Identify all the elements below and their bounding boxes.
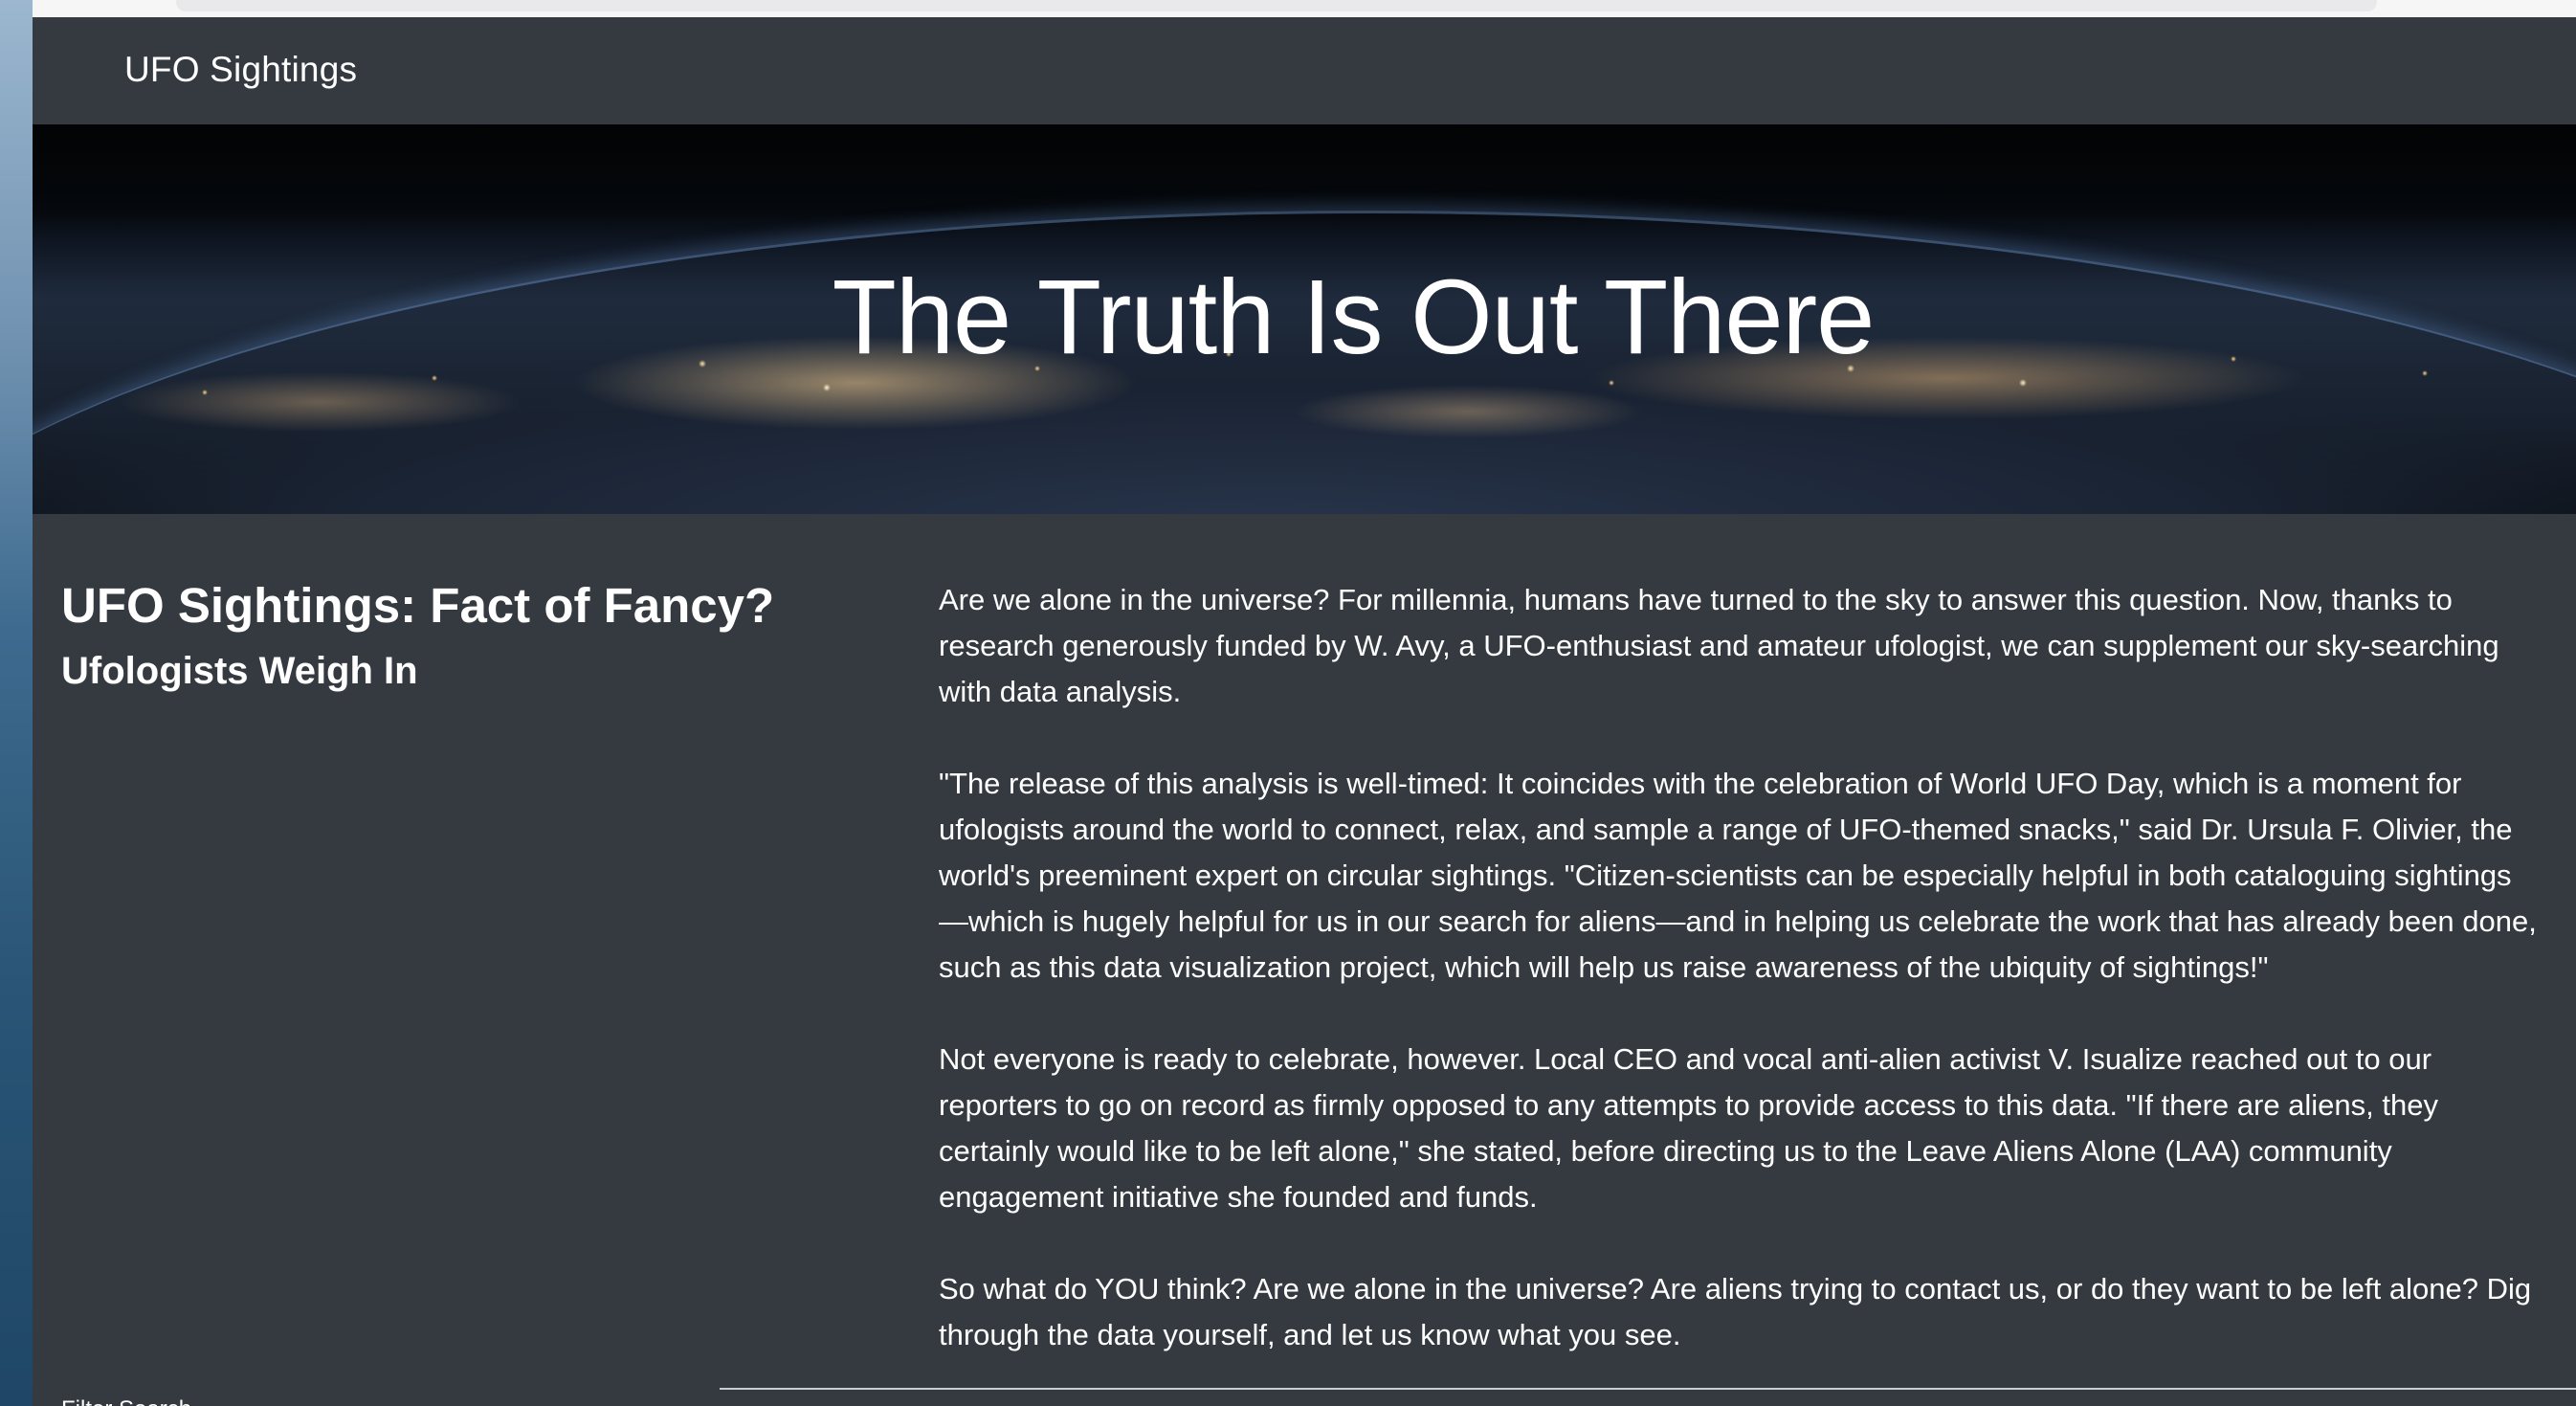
paragraph-line: through the data yourself, and let us kn… — [939, 1318, 1681, 1351]
article-paragraph-3: Not everyone is ready to celebrate, howe… — [939, 1037, 2576, 1220]
browser-toolbar — [33, 0, 2576, 18]
paragraph-line: "The release of this analysis is well-ti… — [939, 767, 2462, 800]
paragraph-line: engagement initiative she founded and fu… — [939, 1180, 1538, 1214]
section-heading: UFO Sightings: Fact of Fancy? — [61, 578, 775, 633]
navbar-brand-link[interactable]: UFO Sightings — [124, 50, 357, 90]
section-divider — [720, 1388, 2576, 1390]
paragraph-line: So what do YOU think? Are we alone in th… — [939, 1272, 2532, 1306]
address-bar[interactable] — [176, 0, 2377, 11]
article-paragraph-1: Are we alone in the universe? For millen… — [939, 577, 2576, 715]
browser-window: UFO Sightings The Truth Is Out There UFO… — [33, 0, 2576, 1406]
hero-banner: The Truth Is Out There — [33, 124, 2576, 514]
paragraph-line: with data analysis. — [939, 675, 1182, 708]
paragraph-line: world's preeminent expert on circular si… — [939, 859, 2512, 892]
paragraph-line: research generously funded by W. Avy, a … — [939, 629, 2499, 662]
article-body: Are we alone in the universe? For millen… — [939, 577, 2576, 1404]
section-subheading: Ufologists Weigh In — [61, 650, 418, 692]
paragraph-line: ufologists around the world to connect, … — [939, 813, 2513, 846]
article-paragraph-2: "The release of this analysis is well-ti… — [939, 761, 2576, 991]
article-paragraph-4: So what do YOU think? Are we alone in th… — [939, 1266, 2576, 1358]
filter-search-heading: Filter Search — [61, 1396, 191, 1406]
navbar: UFO Sightings — [33, 17, 2576, 124]
paragraph-line: such as this data visualization project,… — [939, 950, 2269, 984]
paragraph-line: Not everyone is ready to celebrate, howe… — [939, 1042, 2432, 1076]
paragraph-line: certainly would like to be left alone," … — [939, 1134, 2392, 1168]
desktop-background — [0, 0, 33, 1406]
paragraph-line: reporters to go on record as firmly oppo… — [939, 1088, 2438, 1122]
paragraph-line: Are we alone in the universe? For millen… — [939, 583, 2453, 616]
main-content: UFO Sightings: Fact of Fancy? Ufologists… — [33, 514, 2576, 1406]
paragraph-line: —which is hugely helpful for us in our s… — [939, 904, 2537, 938]
hero-title: The Truth Is Out There — [832, 258, 1876, 376]
